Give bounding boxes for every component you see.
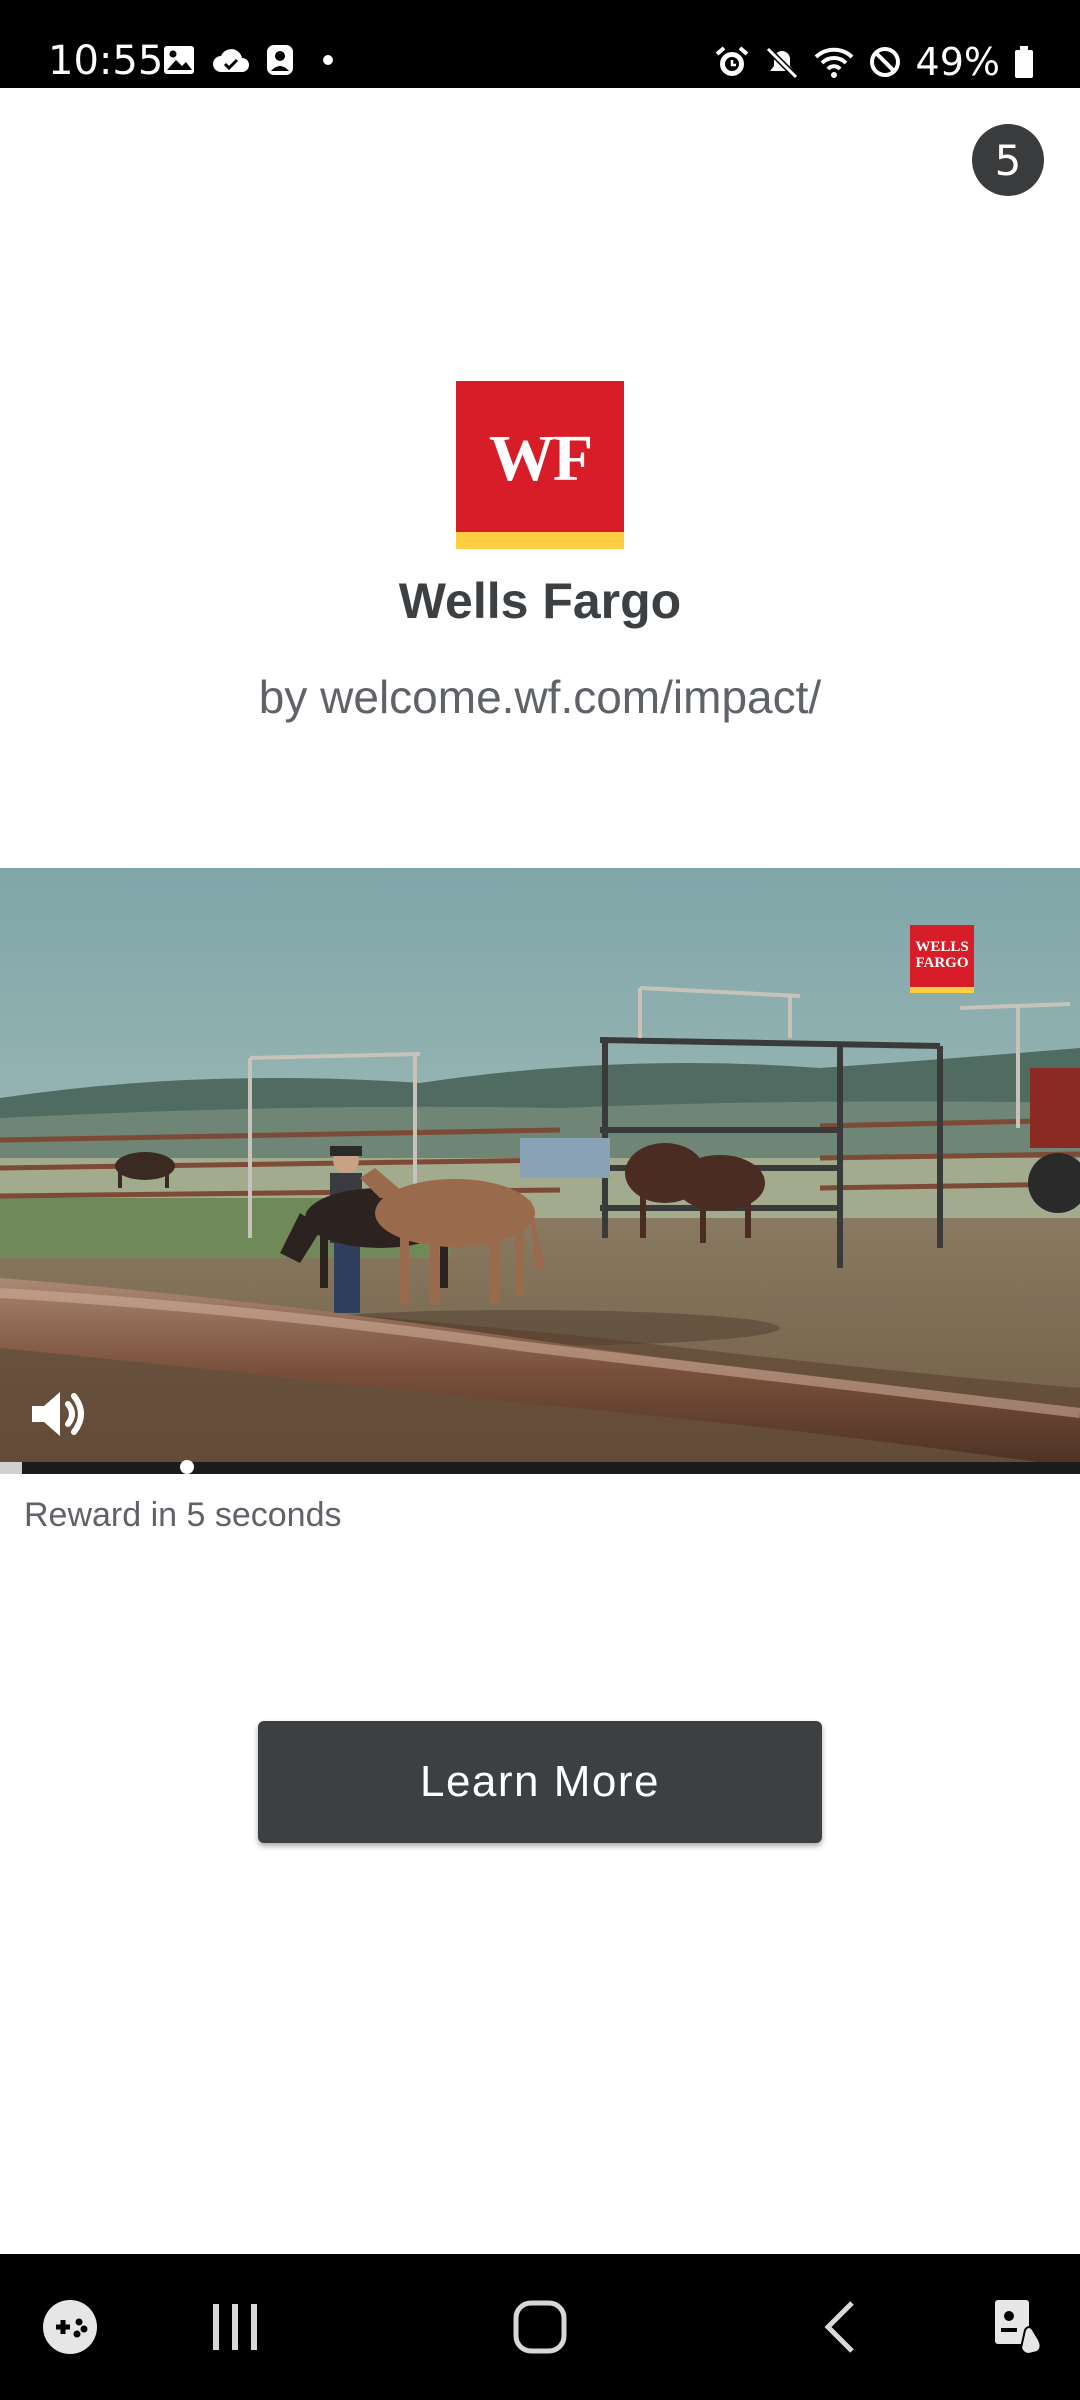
advertiser-name: Wells Fargo <box>398 573 682 629</box>
game-launcher-icon <box>43 2300 97 2354</box>
back-button[interactable] <box>790 2254 890 2400</box>
image-icon <box>164 46 194 74</box>
wifi-icon <box>814 47 853 78</box>
advertiser-logo-text: WF <box>488 422 593 495</box>
back-icon <box>824 2301 854 2353</box>
logo-gold-stripe <box>456 532 624 549</box>
video-progress-track[interactable] <box>0 1462 1080 1474</box>
video-watermark-text: WELLS FARGO <box>915 939 969 971</box>
mute-icon <box>765 46 798 79</box>
account-icon <box>267 45 293 75</box>
cloud-icon <box>213 49 249 72</box>
accessibility-icon <box>995 2300 1042 2356</box>
advertiser-url[interactable]: by welcome.wf.com/impact/ <box>0 670 1080 724</box>
home-button[interactable] <box>490 2254 590 2400</box>
video-progress-fill <box>0 1462 22 1474</box>
status-bar: 10:55 49% <box>0 0 1080 88</box>
advertiser-logo: WF <box>456 381 624 549</box>
game-launcher-button[interactable] <box>20 2254 120 2400</box>
reward-countdown-text: Reward in 5 seconds <box>24 1496 342 1534</box>
home-icon <box>513 2300 567 2354</box>
battery-percent: 49% <box>915 40 1000 84</box>
battery-icon <box>1015 46 1033 78</box>
video-progress-thumb[interactable] <box>180 1460 194 1474</box>
video-watermark-stripe <box>910 987 974 993</box>
recents-icon <box>213 2304 257 2350</box>
accessibility-button[interactable] <box>970 2254 1070 2400</box>
status-system-icons: 49% <box>714 40 1034 84</box>
learn-more-button[interactable]: Learn More <box>258 1721 822 1843</box>
dnd-icon <box>869 47 900 77</box>
alarm-icon <box>715 46 748 76</box>
volume-icon[interactable] <box>28 1386 92 1442</box>
system-nav-bar <box>0 2254 1080 2400</box>
dot-icon <box>323 55 333 65</box>
countdown-badge: 5 <box>972 124 1044 196</box>
status-time: 10:55 <box>48 38 164 84</box>
status-notification-icons <box>162 44 338 76</box>
video-watermark-logo: WELLS FARGO <box>910 925 974 993</box>
recents-button[interactable] <box>185 2254 285 2400</box>
